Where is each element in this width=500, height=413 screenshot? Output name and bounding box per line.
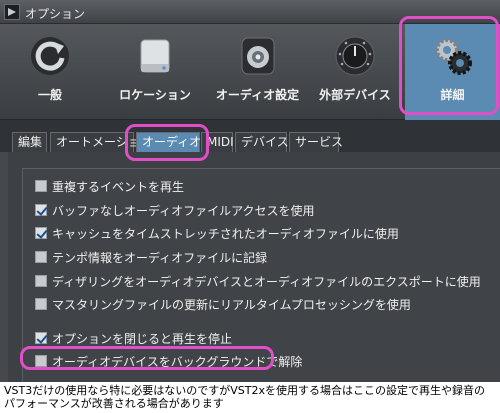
tab-devices[interactable]: デバイス: [235, 132, 289, 152]
option-label: オーディオデバイスをバックグラウンドで解除: [52, 355, 303, 369]
annotation-note: VST3だけの使用なら特に必要はないのですがVST2xを使用する場合はここの設定…: [0, 382, 500, 413]
title-bar: オプション: [0, 0, 500, 24]
checkbox[interactable]: [35, 298, 47, 310]
tab-services[interactable]: サービス: [289, 132, 343, 152]
toolbar-item-advanced[interactable]: 詳細: [405, 24, 500, 120]
toolbar-item-general[interactable]: 一般: [0, 24, 100, 120]
toolbar-item-label: 一般: [37, 88, 62, 102]
checkbox[interactable]: [35, 275, 47, 287]
toolbar-item-label: オーディオ設定: [215, 88, 300, 102]
settings-content: 重複するイベントを再生 バッファなしオーディオファイルアクセスを使用 キャッシュ…: [8, 152, 500, 382]
toolbar-item-audio-setup[interactable]: オーディオ設定: [210, 24, 305, 120]
option-label: マスタリングファイルの更新にリアルタイムプロセッシングを使用: [52, 298, 411, 312]
app-logo-icon: [4, 4, 20, 20]
gears-icon: [434, 38, 472, 75]
tab-edit[interactable]: 編集: [12, 132, 47, 152]
checkbox[interactable]: [35, 355, 47, 367]
checkbox[interactable]: [35, 180, 47, 192]
note-line: パフォーマンスが改善される場合があります: [4, 397, 224, 410]
tab-strip: 編集 オートメーション オーディオ MIDI デバイス サービス: [0, 120, 500, 152]
tab-automation[interactable]: オートメーション: [50, 132, 152, 152]
knob-icon: [335, 36, 375, 76]
speaker-icon: [241, 37, 274, 75]
audio-options-panel: 重複するイベントを再生 バッファなしオーディオファイルアクセスを使用 キャッシュ…: [22, 168, 500, 382]
tab-midi[interactable]: MIDI: [201, 132, 234, 152]
toolbar-item-external-devices[interactable]: 外部デバイス: [305, 24, 405, 120]
checkbox[interactable]: [35, 251, 47, 263]
drive-icon: [140, 39, 170, 73]
window-title: オプション: [25, 7, 86, 21]
toolbar-item-locations[interactable]: ロケーション: [100, 24, 210, 120]
option-label: 重複するイベントを再生: [52, 180, 185, 194]
category-toolbar: 一般 ロケーション オーディオ設定 外部デバイス 詳細: [0, 24, 500, 120]
option-label: キャッシュをタイムストレッチされたオーディオファイルに使用: [52, 227, 399, 241]
checkbox[interactable]: [35, 332, 47, 344]
tab-audio[interactable]: オーディオ: [136, 132, 201, 152]
toolbar-item-label: 詳細: [440, 88, 465, 102]
checkbox[interactable]: [35, 204, 47, 216]
options-window: オプション 一般 ロケーション オーディオ設定 外部デバイス 詳細 編集 オート…: [0, 0, 500, 413]
checkbox[interactable]: [35, 227, 47, 239]
note-line: VST3だけの使用なら特に必要はないのですがVST2xを使用する場合はここの設定…: [4, 384, 485, 397]
toolbar-item-label: 外部デバイス: [319, 88, 391, 102]
refresh-icon: [31, 37, 69, 75]
toolbar-item-label: ロケーション: [119, 88, 191, 102]
option-label: バッファなしオーディオファイルアクセスを使用: [52, 204, 315, 218]
option-label: ディザリングをオーディオデバイスとオーディオファイルのエクスポートに使用: [52, 275, 481, 289]
option-label: テンポ情報をオーディオファイルに記録: [52, 251, 268, 265]
option-label: オプションを閉じると再生を停止: [52, 332, 233, 346]
